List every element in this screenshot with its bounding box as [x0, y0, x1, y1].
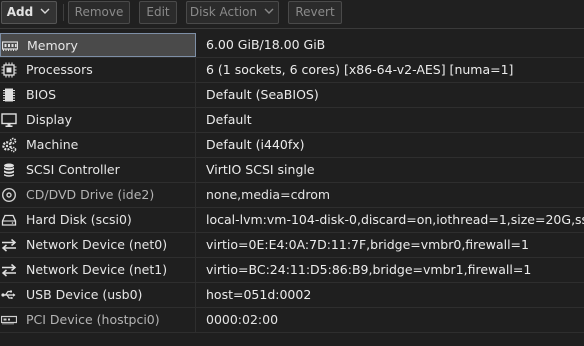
- hardware-row-network-device-net1[interactable]: Network Device (net1) virtio=BC:24:11:D5…: [0, 258, 584, 283]
- row-value: Default (i440fx): [206, 137, 305, 152]
- hardware-row-processors[interactable]: Processors 6 (1 sockets, 6 cores) [x86-6…: [0, 58, 584, 83]
- hardware-row-memory[interactable]: Memory 6.00 GiB/18.00 GiB: [0, 33, 584, 58]
- disk-action-button[interactable]: Disk Action: [186, 1, 279, 24]
- row-name-cell: USB Device (usb0): [0, 283, 196, 307]
- hardware-row-cd-dvd-drive[interactable]: CD/DVD Drive (ide2) none,media=cdrom: [0, 183, 584, 208]
- usb-icon: [1, 290, 16, 299]
- toolbar-separator: [63, 4, 64, 21]
- row-name-cell: Network Device (net1): [0, 258, 196, 282]
- row-name: Hard Disk (scsi0): [26, 212, 132, 227]
- disk-action-button-label: Disk Action: [189, 5, 258, 19]
- revert-button-label: Revert: [295, 5, 335, 19]
- row-name-cell: Processors: [0, 58, 196, 82]
- hardware-row-usb-device[interactable]: USB Device (usb0) host=051d:0002: [0, 283, 584, 308]
- add-button[interactable]: Add: [1, 1, 57, 24]
- pci-card-icon: [1, 315, 17, 325]
- row-name-cell: PCI Device (hostpci0): [0, 308, 196, 332]
- row-value: local-lvm:vm-104-disk-0,discard=on,iothr…: [206, 212, 584, 227]
- row-name: Network Device (net1): [26, 262, 168, 277]
- hardware-row-network-device-net0[interactable]: Network Device (net0) virtio=0E:E4:0A:7D…: [0, 233, 584, 258]
- row-value: none,media=cdrom: [206, 187, 331, 202]
- row-name-cell: Display: [0, 108, 196, 132]
- database-icon: [4, 163, 14, 177]
- row-value: virtio=0E:E4:0A:7D:11:7F,bridge=vmbr0,fi…: [206, 237, 529, 252]
- row-name: Display: [26, 112, 73, 127]
- hardware-row-hard-disk[interactable]: Hard Disk (scsi0) local-lvm:vm-104-disk-…: [0, 208, 584, 233]
- row-name: BIOS: [26, 87, 57, 102]
- hardware-row-pci-device[interactable]: PCI Device (hostpci0) 0000:02:00: [0, 308, 584, 333]
- hardware-grid: Memory 6.00 GiB/18.00 GiB Processors 6 (…: [0, 33, 584, 333]
- row-name: Machine: [26, 137, 79, 152]
- row-name: CD/DVD Drive (ide2): [26, 187, 155, 202]
- chevron-down-icon: [264, 8, 274, 14]
- row-name-cell: SCSI Controller: [0, 158, 196, 182]
- bios-chip-icon: [3, 88, 15, 102]
- chevron-down-icon: [40, 8, 50, 14]
- row-value: 6 (1 sockets, 6 cores) [x86-64-v2-AES] […: [206, 62, 514, 77]
- cdrom-icon: [1, 187, 17, 203]
- row-name: PCI Device (hostpci0): [26, 312, 160, 327]
- hardware-panel: Add Remove Edit Disk Action Revert Memor…: [0, 0, 584, 346]
- row-value: 6.00 GiB/18.00 GiB: [206, 37, 326, 52]
- monitor-icon: [1, 113, 17, 127]
- cpu-icon: [1, 62, 17, 78]
- remove-button[interactable]: Remove: [68, 1, 130, 24]
- row-name: Network Device (net0): [26, 237, 168, 252]
- add-button-label: Add: [6, 5, 34, 19]
- edit-button[interactable]: Edit: [139, 1, 177, 24]
- memory-icon: [2, 41, 18, 51]
- row-name: Processors: [26, 62, 93, 77]
- row-name-cell: BIOS: [0, 83, 196, 107]
- row-name: SCSI Controller: [26, 162, 120, 177]
- row-name-cell: Network Device (net0): [0, 233, 196, 257]
- hardware-row-display[interactable]: Display Default: [0, 108, 584, 133]
- revert-button[interactable]: Revert: [288, 1, 342, 24]
- row-value: Default: [206, 112, 252, 127]
- hardware-row-scsi-controller[interactable]: SCSI Controller VirtIO SCSI single: [0, 158, 584, 183]
- row-value: Default (SeaBIOS): [206, 87, 319, 102]
- exchange-icon: [1, 238, 17, 252]
- row-value: virtio=BC:24:11:D5:86:B9,bridge=vmbr1,fi…: [206, 262, 532, 277]
- row-value: host=051d:0002: [206, 287, 312, 302]
- row-name-cell: Memory: [0, 33, 196, 57]
- hard-disk-icon: [1, 214, 17, 226]
- remove-button-label: Remove: [74, 5, 124, 19]
- exchange-icon: [1, 263, 17, 277]
- row-name-cell: CD/DVD Drive (ide2): [0, 183, 196, 207]
- hardware-row-machine[interactable]: Machine Default (i440fx): [0, 133, 584, 158]
- row-value: 0000:02:00: [206, 312, 279, 327]
- cogs-icon: [2, 137, 17, 153]
- toolbar: Add Remove Edit Disk Action Revert: [0, 0, 584, 29]
- row-name: USB Device (usb0): [26, 287, 143, 302]
- hardware-row-bios[interactable]: BIOS Default (SeaBIOS): [0, 83, 584, 108]
- row-name: Memory: [27, 38, 78, 53]
- row-value: VirtIO SCSI single: [206, 162, 315, 177]
- row-name-cell: Hard Disk (scsi0): [0, 208, 196, 232]
- edit-button-label: Edit: [146, 5, 170, 19]
- row-name-cell: Machine: [0, 133, 196, 157]
